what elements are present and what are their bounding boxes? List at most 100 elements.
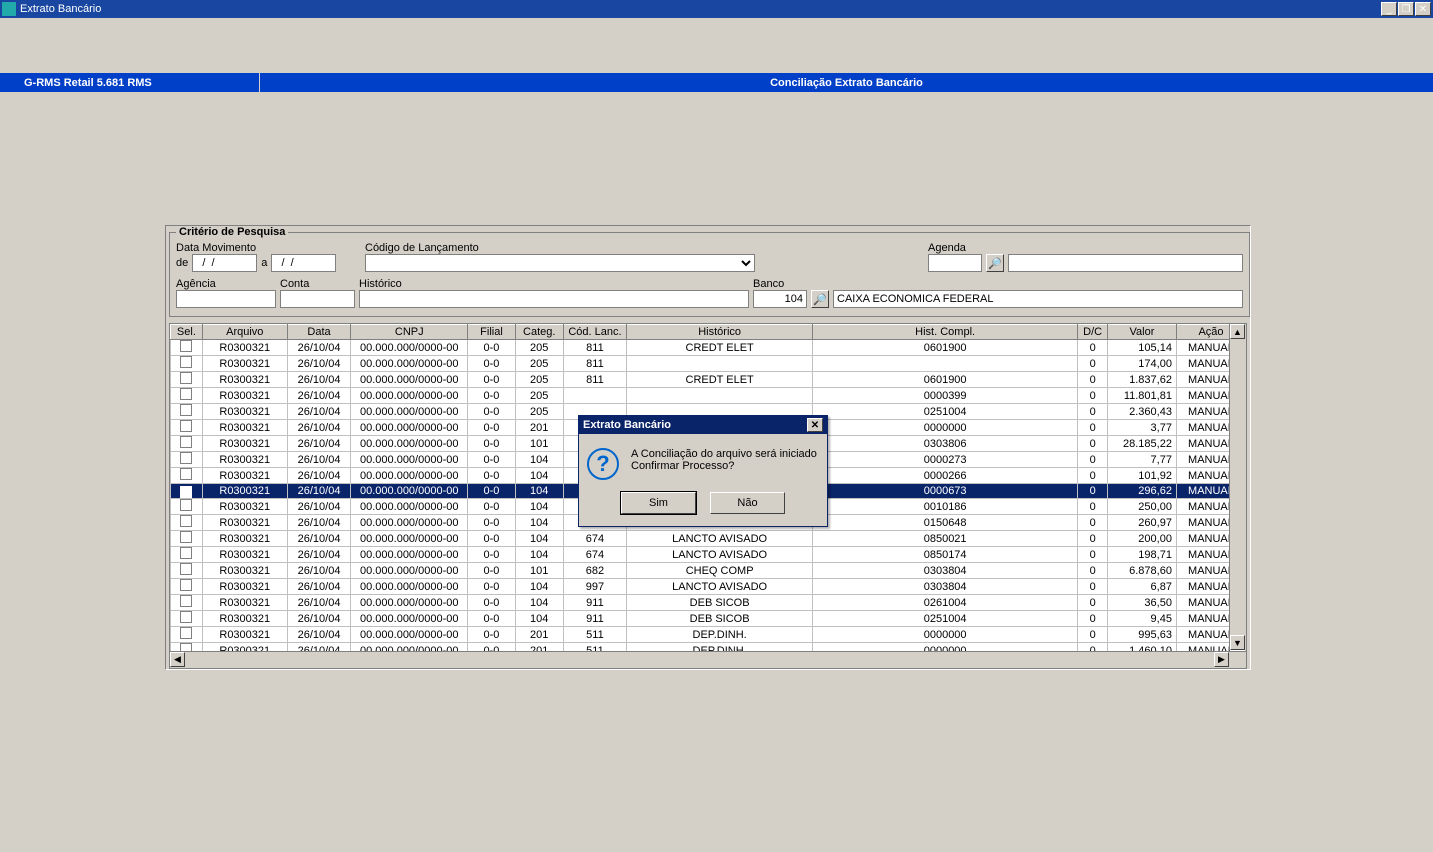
col-codlanc[interactable]: Cód. Lanc. <box>563 325 627 340</box>
cell: 205 <box>515 356 563 372</box>
agenda-lookup-button[interactable]: 🔎 <box>986 254 1004 272</box>
codigo-lancamento-select[interactable] <box>365 254 755 272</box>
table-row[interactable]: R030032126/10/0400.000.000/0000-000-0201… <box>171 627 1246 643</box>
cell: R0300321 <box>202 340 287 356</box>
date-from-input[interactable] <box>192 254 257 272</box>
row-checkbox[interactable] <box>180 611 192 623</box>
table-row[interactable]: R030032126/10/0400.000.000/0000-000-0205… <box>171 356 1246 372</box>
col-categ[interactable]: Categ. <box>515 325 563 340</box>
cell: 104 <box>515 499 563 515</box>
table-row[interactable]: R030032126/10/0400.000.000/0000-000-0104… <box>171 579 1246 595</box>
dialog-line2: Confirmar Processo? <box>631 460 817 472</box>
cell <box>171 468 203 484</box>
close-button[interactable]: ✕ <box>1415 2 1431 16</box>
cell: 0 <box>1078 420 1108 436</box>
cell: 0 <box>1078 404 1108 420</box>
agenda-code-input[interactable] <box>928 254 982 272</box>
cell: 0-0 <box>468 436 516 452</box>
table-row[interactable]: R030032126/10/0400.000.000/0000-000-0205… <box>171 340 1246 356</box>
cell: 26/10/04 <box>287 484 351 499</box>
row-checkbox[interactable] <box>180 452 192 464</box>
cell: 9,45 <box>1107 611 1176 627</box>
col-valor[interactable]: Valor <box>1107 325 1176 340</box>
cell: 26/10/04 <box>287 611 351 627</box>
scroll-up-button[interactable]: ▲ <box>1230 324 1245 339</box>
table-row[interactable]: R030032126/10/0400.000.000/0000-000-0205… <box>171 372 1246 388</box>
row-checkbox[interactable] <box>180 436 192 448</box>
agencia-input[interactable] <box>176 290 276 308</box>
cell: 0 <box>1078 579 1108 595</box>
minimize-button[interactable]: _ <box>1381 2 1397 16</box>
cell: 00.000.000/0000-00 <box>351 595 468 611</box>
table-row[interactable]: R030032126/10/0400.000.000/0000-000-0205… <box>171 388 1246 404</box>
window-titlebar: Extrato Bancário _ ❐ ✕ <box>0 0 1433 18</box>
cell: 250,00 <box>1107 499 1176 515</box>
banco-lookup-button[interactable]: 🔎 <box>811 290 829 308</box>
row-checkbox[interactable] <box>180 627 192 639</box>
cell: 2.360,43 <box>1107 404 1176 420</box>
app-icon <box>2 2 16 16</box>
col-data[interactable]: Data <box>287 325 351 340</box>
row-checkbox[interactable] <box>180 499 192 511</box>
row-checkbox[interactable] <box>180 356 192 368</box>
cell: 00.000.000/0000-00 <box>351 340 468 356</box>
table-row[interactable]: R030032126/10/0400.000.000/0000-000-0104… <box>171 531 1246 547</box>
date-to-input[interactable] <box>271 254 336 272</box>
cell: 0261004 <box>812 595 1077 611</box>
table-row[interactable]: R030032126/10/0400.000.000/0000-000-0104… <box>171 611 1246 627</box>
cell: 0-0 <box>468 484 516 499</box>
row-checkbox[interactable] <box>180 547 192 559</box>
cell: 911 <box>563 611 627 627</box>
table-row[interactable]: R030032126/10/0400.000.000/0000-000-0104… <box>171 547 1246 563</box>
agenda-display-input[interactable] <box>1008 254 1243 272</box>
banco-name-input[interactable] <box>833 290 1243 308</box>
row-checkbox[interactable] <box>180 531 192 543</box>
restore-button[interactable]: ❐ <box>1398 2 1414 16</box>
row-checkbox[interactable] <box>180 388 192 400</box>
cell: 26/10/04 <box>287 340 351 356</box>
banco-label: Banco <box>753 278 1243 290</box>
conta-input[interactable] <box>280 290 355 308</box>
cell: 26/10/04 <box>287 372 351 388</box>
col-dc[interactable]: D/C <box>1078 325 1108 340</box>
row-checkbox[interactable] <box>180 595 192 607</box>
dialog-no-button[interactable]: Não <box>710 492 785 514</box>
scroll-down-button[interactable]: ▼ <box>1230 635 1245 650</box>
row-checkbox[interactable] <box>180 515 192 527</box>
row-checkbox[interactable] <box>180 420 192 432</box>
cell: 0303806 <box>812 436 1077 452</box>
row-checkbox[interactable] <box>180 340 192 352</box>
historico-input[interactable] <box>359 290 749 308</box>
dialog-yes-button[interactable]: Sim <box>621 492 696 514</box>
col-sel[interactable]: Sel. <box>171 325 203 340</box>
cell: 198,71 <box>1107 547 1176 563</box>
row-checkbox[interactable] <box>180 486 192 498</box>
dialog-line1: A Conciliação do arquivo será iniciado <box>631 448 817 460</box>
col-filial[interactable]: Filial <box>468 325 516 340</box>
horizontal-scrollbar[interactable]: ◀ ▶ <box>170 651 1246 668</box>
row-checkbox[interactable] <box>180 372 192 384</box>
table-row[interactable]: R030032126/10/0400.000.000/0000-000-0101… <box>171 563 1246 579</box>
row-checkbox[interactable] <box>180 468 192 480</box>
banco-code-input[interactable] <box>753 290 807 308</box>
cell <box>171 563 203 579</box>
scroll-left-button[interactable]: ◀ <box>170 652 185 667</box>
col-hcompl[interactable]: Hist. Compl. <box>812 325 1077 340</box>
col-arquivo[interactable]: Arquivo <box>202 325 287 340</box>
cell: 0000000 <box>812 420 1077 436</box>
col-cnpj[interactable]: CNPJ <box>351 325 468 340</box>
cell: 00.000.000/0000-00 <box>351 547 468 563</box>
vertical-scrollbar[interactable]: ▲ ▼ <box>1229 324 1246 650</box>
scroll-right-button[interactable]: ▶ <box>1214 652 1229 667</box>
row-checkbox[interactable] <box>180 563 192 575</box>
cell: 0-0 <box>468 627 516 643</box>
table-row[interactable]: R030032126/10/0400.000.000/0000-000-0104… <box>171 595 1246 611</box>
a-label: a <box>261 257 267 269</box>
col-hist[interactable]: Histórico <box>627 325 813 340</box>
dialog-close-button[interactable]: ✕ <box>807 418 823 432</box>
cell: 00.000.000/0000-00 <box>351 515 468 531</box>
row-checkbox[interactable] <box>180 579 192 591</box>
cell <box>627 356 813 372</box>
row-checkbox[interactable] <box>180 404 192 416</box>
cell: 0000399 <box>812 388 1077 404</box>
